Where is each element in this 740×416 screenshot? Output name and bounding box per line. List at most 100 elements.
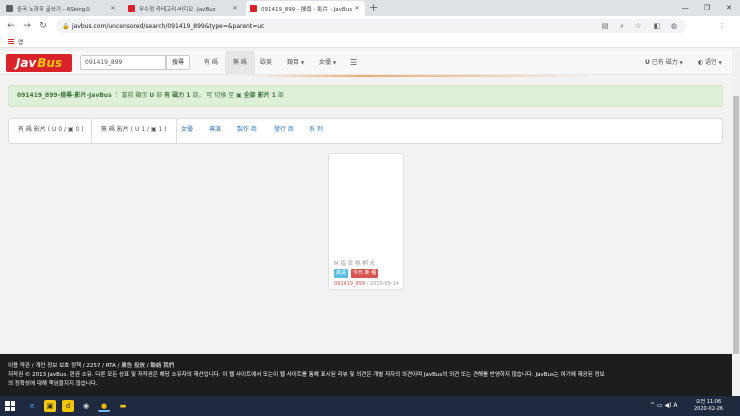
tab-title: 중국 노하우 글쓰기 - ASking소 — [17, 6, 91, 13]
address-bar[interactable]: 🔒 javbus.com/uncensored/search/091419_89… — [56, 19, 686, 33]
alert-magnet-count: 有 磁力 1 — [164, 92, 191, 99]
footer-copyright: 저작권 © 2013 JavBus. 판권 소유. 다른 모든 상표 및 저작권… — [8, 372, 605, 378]
scrollbar-thumb[interactable] — [733, 96, 739, 354]
tab-studio[interactable]: 製作 商 — [228, 119, 266, 143]
file-explorer-icon[interactable]: ▣ — [44, 400, 56, 412]
globe-icon: ◐ — [698, 59, 704, 66]
alert-all-movies-link[interactable]: 全部 影片 1 — [244, 92, 276, 99]
windows-taskbar: e ▣ d ◉ ● ▬ ^ ▭ ◀) A 오전 11:06 2020-02-26 — [0, 396, 740, 416]
app-icon[interactable]: ◉ — [80, 400, 92, 412]
nav-actress-label: 女優 — [319, 59, 332, 66]
maximize-button[interactable]: ❐ — [696, 0, 718, 16]
reload-icon[interactable]: ↻ — [36, 19, 50, 33]
hd-badge: 高清 — [334, 269, 349, 278]
chevron-down-icon: ▼ — [300, 60, 305, 65]
tab-uncensored-movies[interactable]: 無 碼 影片 ( U 1 / ▣ 1 ) — [91, 119, 177, 143]
browser-tab-active[interactable]: 091419_899 - 搜尋 - 影片 - JavBus ✕ — [246, 1, 365, 16]
alert-text: 部 — [277, 92, 284, 99]
meta-separator: / — [366, 281, 369, 287]
movie-meta: 091419_899 / 2019-09-14 — [334, 281, 399, 287]
alert-text: 部， 可 切換 至 — [192, 92, 235, 99]
chevron-down-icon: ▼ — [679, 60, 683, 65]
tab-title: 091419_899 - 搜尋 - 影片 - JavBus — [261, 6, 353, 13]
clock-date: 2020-02-26 — [694, 406, 724, 412]
javbus-logo[interactable]: Jav Bus — [6, 54, 72, 72]
page-favicon-icon — [6, 5, 13, 12]
movie-date: 2019-09-14 — [370, 281, 400, 287]
apps-icon[interactable] — [8, 38, 14, 45]
magnet-filter-label: 已有 磁力 — [651, 59, 678, 66]
alert-text: 部 — [156, 92, 163, 99]
language-label: 语언 — [705, 59, 717, 66]
search-input[interactable]: 091419_899 — [80, 55, 166, 70]
tab-title: 무수정 카테고리-비디오 -JavBus — [139, 6, 216, 13]
language-dropdown[interactable]: ◐ 语언 ▼ — [698, 51, 722, 74]
lock-icon: 🔒 — [62, 23, 70, 30]
system-tray-icons[interactable]: ^ ▭ ◀) A — [650, 402, 677, 409]
search-button[interactable]: 搜尋 — [166, 55, 190, 70]
site-footer: 이용 약관 / 개인 정보 보호 정책 / 2257 / RTA / 廣告 投放… — [0, 354, 732, 396]
chevron-down-icon: ▼ — [332, 60, 337, 65]
nav-genre-dropdown[interactable]: 類目 ▼ — [279, 51, 312, 74]
close-tab-icon[interactable]: ✕ — [353, 5, 361, 12]
tab-censored-movies[interactable]: 有 碼 影片 ( U 0 / ▣ 0 ) — [9, 119, 93, 143]
logo-text-bus: Bus — [37, 56, 63, 70]
browser-tab-strip: 중국 노하우 글쓰기 - ASking소 ✕ 무수정 카테고리-비디오 -Jav… — [0, 0, 740, 16]
chevron-down-icon: ▼ — [718, 60, 722, 65]
alert-text: 當前 顯示 — [121, 92, 148, 99]
bookmarks-bar: 앱 — [0, 36, 740, 48]
nav-uncensored[interactable]: 無 碼 — [225, 51, 255, 74]
apps-label[interactable]: 앱 — [18, 38, 23, 46]
tab-series[interactable]: 系 列 — [300, 119, 332, 143]
edge-icon[interactable]: e — [26, 400, 38, 412]
browser-toolbar: ← → ↻ 🔒 javbus.com/uncensored/search/091… — [0, 16, 740, 36]
logo-text-jav: Jav — [15, 56, 37, 70]
movie-code: 091419_899 — [334, 281, 366, 287]
shield-icon[interactable]: ◍ — [670, 22, 678, 30]
search-result-alert: 091419_899-搜尋-影片-JavBus ｜ 當前 顯示 U 部 有 磁力… — [8, 85, 723, 107]
footer-copyright-cont: 의 정확성에 대해 책임을지지 않습니다. — [8, 381, 98, 387]
translate-icon[interactable]: ▤ — [601, 22, 609, 30]
close-tab-icon[interactable]: ✕ — [231, 5, 239, 12]
nav-actress-dropdown[interactable]: 女優 ▼ — [311, 51, 344, 74]
close-window-button[interactable]: ✕ — [718, 0, 740, 16]
back-icon[interactable]: ← — [4, 19, 18, 33]
zoom-icon[interactable]: ⌕ — [618, 22, 626, 30]
movie-card[interactable]: M 指 女 桃 桐 光 高清 今日 新 種 091419_899 / 2019-… — [328, 153, 404, 290]
minimize-button[interactable]: — — [674, 0, 696, 16]
clock-time: 오전 11:06 — [695, 399, 722, 405]
alert-title: 091419_899-搜尋-影片-JavBus — [17, 92, 112, 99]
extension-icon[interactable]: ◧ — [653, 22, 661, 30]
taskbar-clock[interactable]: 오전 11:06 2020-02-26 — [694, 399, 723, 413]
forward-icon[interactable]: → — [20, 19, 34, 33]
new-tab-button[interactable]: + — [369, 2, 378, 13]
nav-censored[interactable]: 有 碼 — [196, 51, 226, 74]
new-badge: 今日 新 種 — [351, 269, 379, 278]
chrome-icon[interactable]: ● — [98, 400, 110, 412]
nav-western[interactable]: 歐美 — [252, 51, 280, 74]
menu-dots-icon[interactable]: ⋮ — [718, 22, 726, 30]
bookmark-star-icon[interactable]: ☆ — [634, 22, 642, 30]
browser-tab[interactable]: 무수정 카테고리-비디오 -JavBus ✕ — [124, 1, 243, 16]
tab-director[interactable]: 導演 — [200, 119, 230, 143]
tab-actress[interactable]: 女優 — [172, 119, 202, 143]
browser-tab[interactable]: 중국 노하우 글쓰기 - ASking소 ✕ — [2, 1, 121, 16]
magnet-icon: U — [645, 59, 650, 66]
nav-genre-label: 類目 — [287, 59, 300, 66]
search-filter-tabs: 有 碼 影片 ( U 0 / ▣ 0 ) 無 碼 影片 ( U 1 / ▣ 1 … — [8, 118, 723, 144]
magnet-icon: U — [149, 92, 155, 99]
site-navbar: Jav Bus 091419_899 搜尋 有 碼 無 碼 歐美 類目 ▼ 女優 … — [0, 51, 732, 75]
windows-start-icon[interactable] — [5, 401, 15, 411]
alert-separator: ｜ — [113, 92, 120, 99]
javbus-favicon-icon — [250, 5, 257, 12]
tab-label[interactable]: 發行 商 — [265, 119, 303, 143]
close-tab-icon[interactable]: ✕ — [109, 5, 117, 12]
movie-title[interactable]: M 指 女 桃 桐 光 — [334, 259, 375, 267]
film-icon[interactable]: ▣ — [236, 92, 242, 99]
decorative-strip — [252, 75, 592, 77]
footer-links[interactable]: 이용 약관 / 개인 정보 보호 정책 / 2257 / RTA / 廣告 投放… — [8, 362, 724, 371]
hamburger-menu-icon[interactable]: ☰ — [342, 51, 365, 74]
app-icon[interactable]: d — [62, 400, 74, 412]
magnet-filter-dropdown[interactable]: U 已有 磁力 ▼ — [645, 51, 683, 74]
app-icon[interactable]: ▬ — [117, 400, 129, 412]
